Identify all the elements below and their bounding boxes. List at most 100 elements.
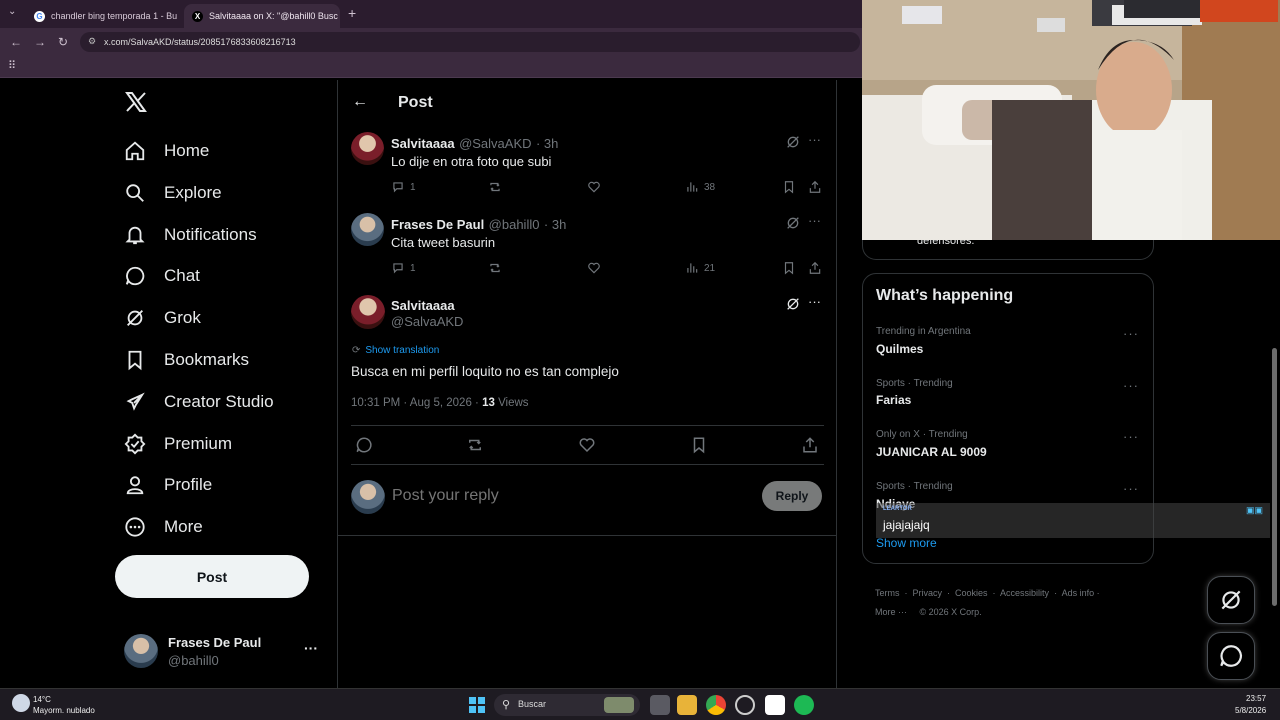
- author-name[interactable]: Salvitaaaa: [391, 136, 455, 151]
- bookmark-icon[interactable]: [690, 436, 708, 454]
- more-dots-icon[interactable]: ···: [1123, 481, 1139, 496]
- windows-start-icon[interactable]: [469, 697, 485, 713]
- search-icon: ⚲: [502, 699, 511, 711]
- grok-icon[interactable]: [785, 134, 801, 150]
- spotify-icon[interactable]: [794, 695, 814, 715]
- views-action[interactable]: 21: [685, 261, 715, 275]
- reply-icon[interactable]: [355, 436, 373, 454]
- views-action[interactable]: 38: [685, 180, 715, 194]
- browser-tab-x[interactable]: X Salvitaaaa on X: "@bahill0 Busc ✕: [184, 4, 340, 28]
- messages-fab-button[interactable]: [1207, 632, 1255, 680]
- author-handle[interactable]: @SalvaAKD: [391, 314, 463, 329]
- nav-more[interactable]: More: [124, 510, 203, 544]
- nav-profile[interactable]: Profile: [124, 468, 212, 502]
- clock-date[interactable]: 5/8/2026: [1235, 706, 1266, 715]
- trend-item[interactable]: Sports · Trending Farias ···: [863, 376, 1153, 422]
- repost-action[interactable]: [488, 180, 502, 194]
- more-dots-icon[interactable]: ···: [1123, 326, 1139, 341]
- like-action[interactable]: [587, 261, 601, 275]
- back-arrow-icon[interactable]: ←: [10, 35, 22, 49]
- weather-desc[interactable]: Mayorm. nublado: [33, 706, 95, 715]
- reply-button[interactable]: Reply: [762, 481, 822, 511]
- post-button[interactable]: Post: [115, 555, 309, 598]
- bookmark-action[interactable]: [782, 261, 796, 275]
- show-more-link[interactable]: Show more: [876, 536, 937, 550]
- footer-link-ads[interactable]: Ads info: [1062, 588, 1095, 598]
- share-action[interactable]: [808, 180, 822, 194]
- author-handle[interactable]: @SalvaAKD: [459, 136, 531, 151]
- grok-fab-button[interactable]: [1207, 576, 1255, 624]
- repost-action[interactable]: [488, 261, 502, 275]
- footer-link-terms[interactable]: Terms: [875, 588, 900, 598]
- more-dots-icon[interactable]: ···: [808, 213, 821, 228]
- nav-creator-studio[interactable]: Creator Studio: [124, 385, 274, 419]
- url-field[interactable]: ⚙ x.com/SalvaAKD/status/2085176833608216…: [80, 32, 860, 52]
- author-name[interactable]: Frases De Paul: [391, 217, 484, 232]
- grok-icon[interactable]: [785, 215, 801, 231]
- repost-icon[interactable]: [466, 436, 484, 454]
- nav-home[interactable]: Home: [124, 134, 209, 168]
- reply-action[interactable]: 1: [391, 261, 416, 275]
- reply-icon: [393, 182, 403, 193]
- account-menu-icon[interactable]: ···: [304, 640, 318, 656]
- capcut-icon[interactable]: [765, 695, 785, 715]
- nav-bookmarks[interactable]: Bookmarks: [124, 343, 249, 377]
- account-switcher[interactable]: Frases De Paul @bahill0 ···: [115, 628, 329, 674]
- reload-icon[interactable]: ↻: [58, 35, 68, 49]
- reply-action[interactable]: 1: [391, 180, 416, 194]
- page-scrollbar[interactable]: [1272, 348, 1277, 606]
- chat-icon: [1220, 645, 1242, 667]
- show-translation-link[interactable]: ⟳ Show translation: [352, 345, 439, 356]
- trend-name: Farias: [876, 393, 912, 407]
- avatar[interactable]: [351, 132, 384, 165]
- share-icon[interactable]: [801, 436, 819, 454]
- share-action[interactable]: [808, 261, 822, 275]
- avatar[interactable]: [351, 295, 385, 329]
- author-handle[interactable]: @bahill0: [489, 217, 540, 232]
- apps-grid-icon[interactable]: ⠿: [8, 59, 16, 72]
- nav-explore[interactable]: Explore: [124, 176, 222, 210]
- weather-temp[interactable]: 14°C: [33, 695, 51, 704]
- nav-grok[interactable]: Grok: [124, 301, 201, 335]
- footer-link-privacy[interactable]: Privacy: [913, 588, 943, 598]
- back-button[interactable]: ←: [352, 93, 368, 111]
- author-name[interactable]: Salvitaaaa: [391, 298, 455, 313]
- nav-premium[interactable]: Premium: [124, 427, 232, 461]
- bookmark-icon: [128, 350, 142, 371]
- more-circle-icon: [125, 517, 145, 537]
- more-dots-icon[interactable]: ···: [1123, 429, 1139, 444]
- more-dots-icon[interactable]: ···: [808, 132, 821, 147]
- tab-list-chevron-icon[interactable]: ⌄: [8, 6, 16, 17]
- avatar[interactable]: [351, 213, 384, 246]
- account-handle: @bahill0: [168, 653, 219, 668]
- like-action[interactable]: [587, 180, 601, 194]
- new-tab-button[interactable]: +: [348, 5, 356, 21]
- trend-item[interactable]: Trending in Argentina Quilmes ···: [863, 324, 1153, 370]
- nav-notifications[interactable]: Notifications: [124, 218, 257, 252]
- clock-time[interactable]: 23:57: [1246, 694, 1266, 703]
- footer-link-accessibility[interactable]: Accessibility: [1000, 588, 1049, 598]
- post-timestamp[interactable]: 10:31 PM · Aug 5, 2026 ·: [351, 397, 479, 409]
- task-view-icon[interactable]: [650, 695, 670, 715]
- reply-input[interactable]: [392, 484, 752, 508]
- browser-tab-google[interactable]: G chandler bing temporada 1 - Bu ✕: [26, 4, 182, 28]
- obs-icon[interactable]: [735, 695, 755, 715]
- nav-label: Grok: [164, 308, 201, 327]
- file-explorer-icon[interactable]: [677, 695, 697, 715]
- grok-icon[interactable]: [785, 296, 801, 312]
- footer-link-cookies[interactable]: Cookies: [955, 588, 988, 598]
- heart-icon: [588, 181, 600, 193]
- footer-more[interactable]: More ···: [875, 607, 907, 617]
- bell-icon: [125, 226, 145, 245]
- more-dots-icon[interactable]: ···: [1123, 378, 1139, 393]
- site-info-icon[interactable]: ⚙: [88, 36, 96, 47]
- chrome-icon[interactable]: [706, 695, 726, 715]
- nav-chat[interactable]: Chat: [124, 259, 200, 293]
- heart-icon[interactable]: [578, 436, 596, 454]
- taskbar-search[interactable]: ⚲ Buscar: [494, 694, 640, 716]
- more-dots-icon[interactable]: ···: [808, 294, 821, 309]
- forward-arrow-icon[interactable]: →: [34, 35, 46, 49]
- trend-item[interactable]: Only on X · Trending JUANICAR AL 9009 ··…: [863, 428, 1153, 474]
- bookmark-action[interactable]: [782, 180, 796, 194]
- x-logo[interactable]: [124, 90, 148, 119]
